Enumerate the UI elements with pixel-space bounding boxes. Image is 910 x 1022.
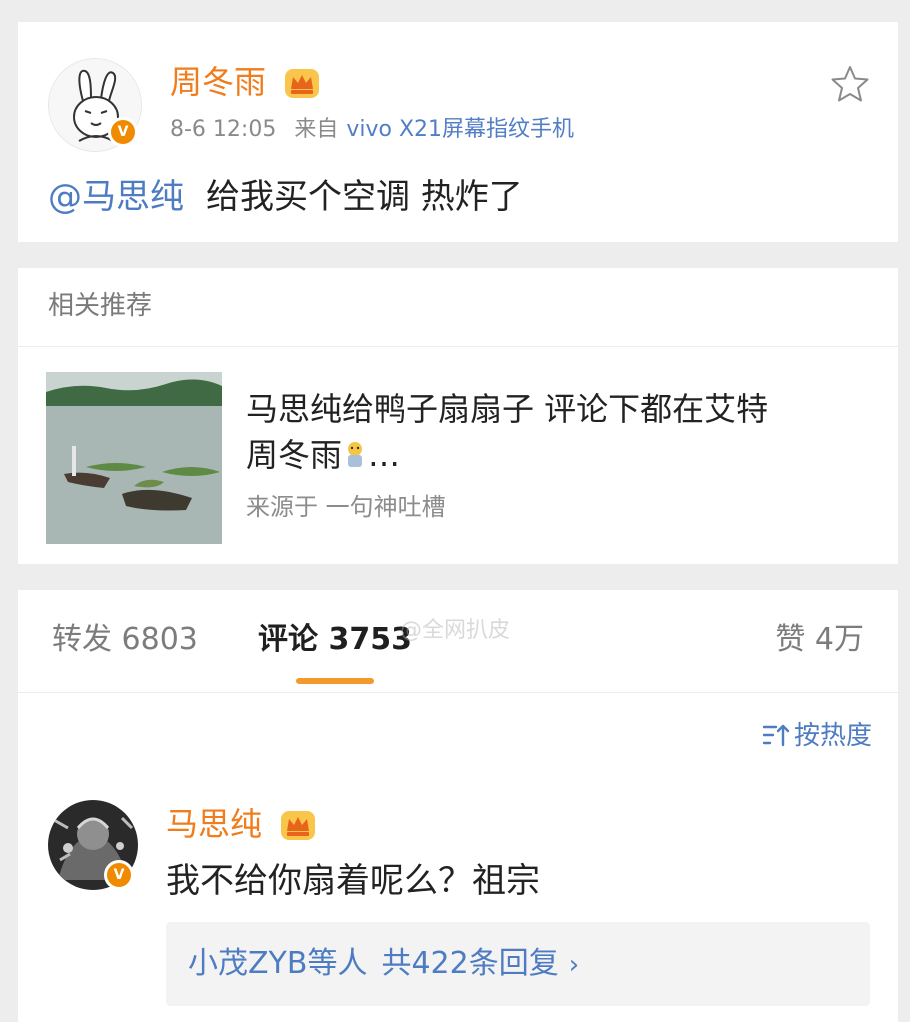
related-thumbnail[interactable] (46, 372, 222, 544)
post-username[interactable]: 周冬雨 (170, 62, 266, 102)
fan-emoji-icon (348, 442, 363, 467)
comment-username[interactable]: 马思纯 (166, 804, 262, 844)
verified-icon: V (104, 860, 134, 890)
lake-photo-image (46, 372, 222, 544)
post-time: 8-6 12:05 (170, 117, 277, 142)
replies-box[interactable]: 小茂ZYB等人 共422条回复 › (166, 922, 870, 1006)
replies-count: 共422条回复 (381, 946, 559, 981)
tab-comments[interactable]: 评论 3753 (258, 620, 412, 660)
related-card: 相关推荐 马思纯给鸭子扇扇子 评论下都在艾特 周冬雨 … 来源于 一句神吐槽 (18, 268, 898, 564)
tab-likes[interactable]: 赞 4万 (775, 620, 864, 660)
chevron-right-icon: › (568, 950, 580, 980)
post-text: @马思纯 给我买个空调 热炸了 (48, 174, 523, 220)
replies-who: 小茂ZYB等人 (188, 946, 368, 981)
star-icon[interactable] (830, 64, 870, 104)
active-tab-indicator (296, 678, 374, 684)
post-device-link[interactable]: vivo X21屏幕指纹手机 (346, 117, 574, 142)
watermark: @全网扒皮 (400, 618, 511, 643)
related-title-name: 周冬雨 (246, 436, 343, 474)
sort-icon (762, 724, 790, 747)
verified-icon: V (108, 117, 138, 147)
sort-button[interactable]: 按热度 (762, 718, 872, 754)
related-title[interactable]: 马思纯给鸭子扇扇子 评论下都在艾特 周冬雨 … (246, 386, 866, 478)
sort-label: 按热度 (793, 721, 872, 751)
mention-link[interactable]: @马思纯 (48, 177, 184, 217)
related-header: 相关推荐 (48, 291, 153, 321)
post-meta: 8-6 12:05 来自 vivo X21屏幕指纹手机 (170, 116, 574, 144)
tab-repost[interactable]: 转发 6803 (52, 620, 198, 660)
post-body: 给我买个空调 热炸了 (206, 177, 523, 217)
crown-icon (281, 811, 315, 840)
comments-card: 转发 6803 评论 3753 @全网扒皮 赞 4万 按热度 V 马思纯 我不给… (18, 590, 898, 1022)
related-title-ellipsis: … (368, 436, 401, 474)
post-card: V 周冬雨 8-6 12:05 来自 vivo X21屏幕指纹手机 @马思纯 给我买个… (18, 22, 898, 242)
tab-bar: 转发 6803 评论 3753 @全网扒皮 赞 4万 (18, 590, 898, 693)
related-title-line1: 马思纯给鸭子扇扇子 评论下都在艾特 (246, 390, 769, 428)
related-title-line2: 周冬雨 … (246, 432, 866, 478)
replies-summary: 小茂ZYB等人 共422条回复 › (188, 944, 579, 985)
crown-icon (285, 69, 319, 98)
comment-text: 我不给你扇着呢么？祖宗 (166, 861, 540, 901)
divider (18, 346, 898, 347)
post-from-label: 来自 (294, 117, 339, 142)
related-source: 来源于 一句神吐槽 (246, 493, 446, 521)
